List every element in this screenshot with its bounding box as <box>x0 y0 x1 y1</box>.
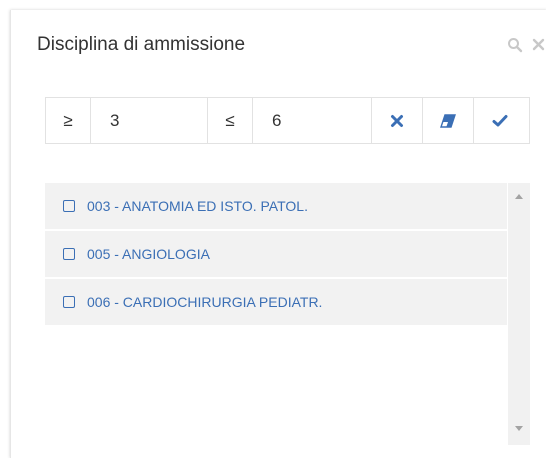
checkbox[interactable] <box>63 200 75 212</box>
close-icon[interactable] <box>531 36 546 54</box>
list-item-label: 003 - ANATOMIA ED ISTO. PATOL. <box>87 198 308 214</box>
scrollbar[interactable] <box>508 183 530 445</box>
check-icon <box>492 114 507 126</box>
apply-button[interactable] <box>474 98 525 143</box>
clear-button[interactable] <box>372 98 423 143</box>
eraser-button[interactable] <box>423 98 474 143</box>
le-operator: ≤ <box>208 98 253 143</box>
range-filter: ≥ 3 ≤ 6 <box>45 97 530 144</box>
checkbox[interactable] <box>63 296 75 308</box>
panel-title: Disciplina di ammissione <box>37 34 246 55</box>
min-value-input[interactable]: 3 <box>91 98 208 143</box>
clear-icon <box>391 114 403 127</box>
list-item-label: 006 - CARDIOCHIRURGIA PEDIATR. <box>87 294 323 310</box>
filter-panel: Disciplina di ammissione ≥ 3 ≤ 6 003 - A… <box>10 10 546 458</box>
eraser-icon <box>440 113 456 128</box>
list-item-label: 005 - ANGIOLOGIA <box>87 246 210 262</box>
header-icons <box>507 36 546 54</box>
list-item[interactable]: 005 - ANGIOLOGIA <box>45 231 507 277</box>
list-item[interactable]: 006 - CARDIOCHIRURGIA PEDIATR. <box>45 279 507 325</box>
options-list: 003 - ANATOMIA ED ISTO. PATOL. 005 - ANG… <box>45 183 530 445</box>
list-item[interactable]: 003 - ANATOMIA ED ISTO. PATOL. <box>45 183 507 229</box>
checkbox[interactable] <box>63 248 75 260</box>
search-icon[interactable] <box>507 36 523 54</box>
scroll-down-icon[interactable] <box>515 426 523 431</box>
options-items: 003 - ANATOMIA ED ISTO. PATOL. 005 - ANG… <box>45 183 507 327</box>
scroll-up-icon[interactable] <box>515 194 523 199</box>
ge-operator: ≥ <box>46 98 91 143</box>
max-value-input[interactable]: 6 <box>253 98 372 143</box>
